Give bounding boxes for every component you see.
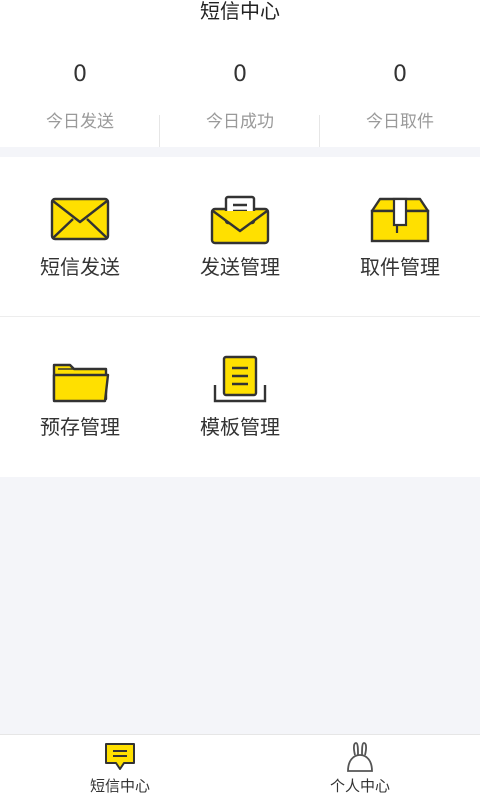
stats-panel: 0 今日发送 0 今日成功 0 今日取件 — [0, 40, 480, 149]
stat-pickup-today: 0 今日取件 — [320, 40, 480, 147]
stat-divider — [319, 115, 320, 149]
grid-item-label: 取件管理 — [360, 255, 440, 279]
prestore-management-button[interactable]: 预存管理 — [0, 317, 160, 477]
stat-label: 今日取件 — [366, 112, 434, 132]
stat-success-today: 0 今日成功 — [160, 40, 320, 147]
function-grid: 短信发送 发送管理 取件管理 预存管理 模板管理 — [0, 157, 480, 477]
sms-send-button[interactable]: 短信发送 — [0, 157, 160, 317]
stat-label: 今日发送 — [46, 112, 114, 132]
envelope-icon — [50, 197, 110, 241]
stat-value: 0 — [73, 62, 87, 87]
page-title: 短信中心 — [200, 0, 280, 23]
pickup-management-button[interactable]: 取件管理 — [320, 157, 480, 317]
open-envelope-icon — [210, 195, 270, 245]
grid-item-label: 预存管理 — [40, 415, 120, 439]
title-bar: 短信中心 — [0, 0, 480, 41]
folder-icon — [52, 363, 110, 403]
package-box-icon — [370, 197, 430, 243]
stat-divider — [159, 115, 160, 149]
tab-label: 短信中心 — [89, 777, 150, 795]
message-icon — [105, 743, 135, 770]
template-document-icon — [213, 355, 267, 403]
stat-label: 今日成功 — [206, 112, 274, 132]
rabbit-icon — [347, 742, 373, 772]
grid-item-label: 短信发送 — [40, 255, 120, 279]
stat-sent-today: 0 今日发送 — [0, 40, 160, 147]
tab-sms-center[interactable]: 短信中心 — [0, 735, 240, 801]
template-management-button[interactable]: 模板管理 — [160, 317, 320, 477]
section-gap — [0, 147, 480, 157]
grid-item-label: 模板管理 — [200, 415, 280, 439]
tab-label: 个人中心 — [329, 777, 390, 795]
stat-value: 0 — [393, 62, 407, 87]
bottom-tab-bar: 短信中心 个人中心 — [0, 734, 480, 801]
send-management-button[interactable]: 发送管理 — [160, 157, 320, 317]
grid-item-label: 发送管理 — [200, 255, 280, 279]
stat-value: 0 — [233, 62, 247, 87]
tab-personal-center[interactable]: 个人中心 — [240, 735, 480, 801]
